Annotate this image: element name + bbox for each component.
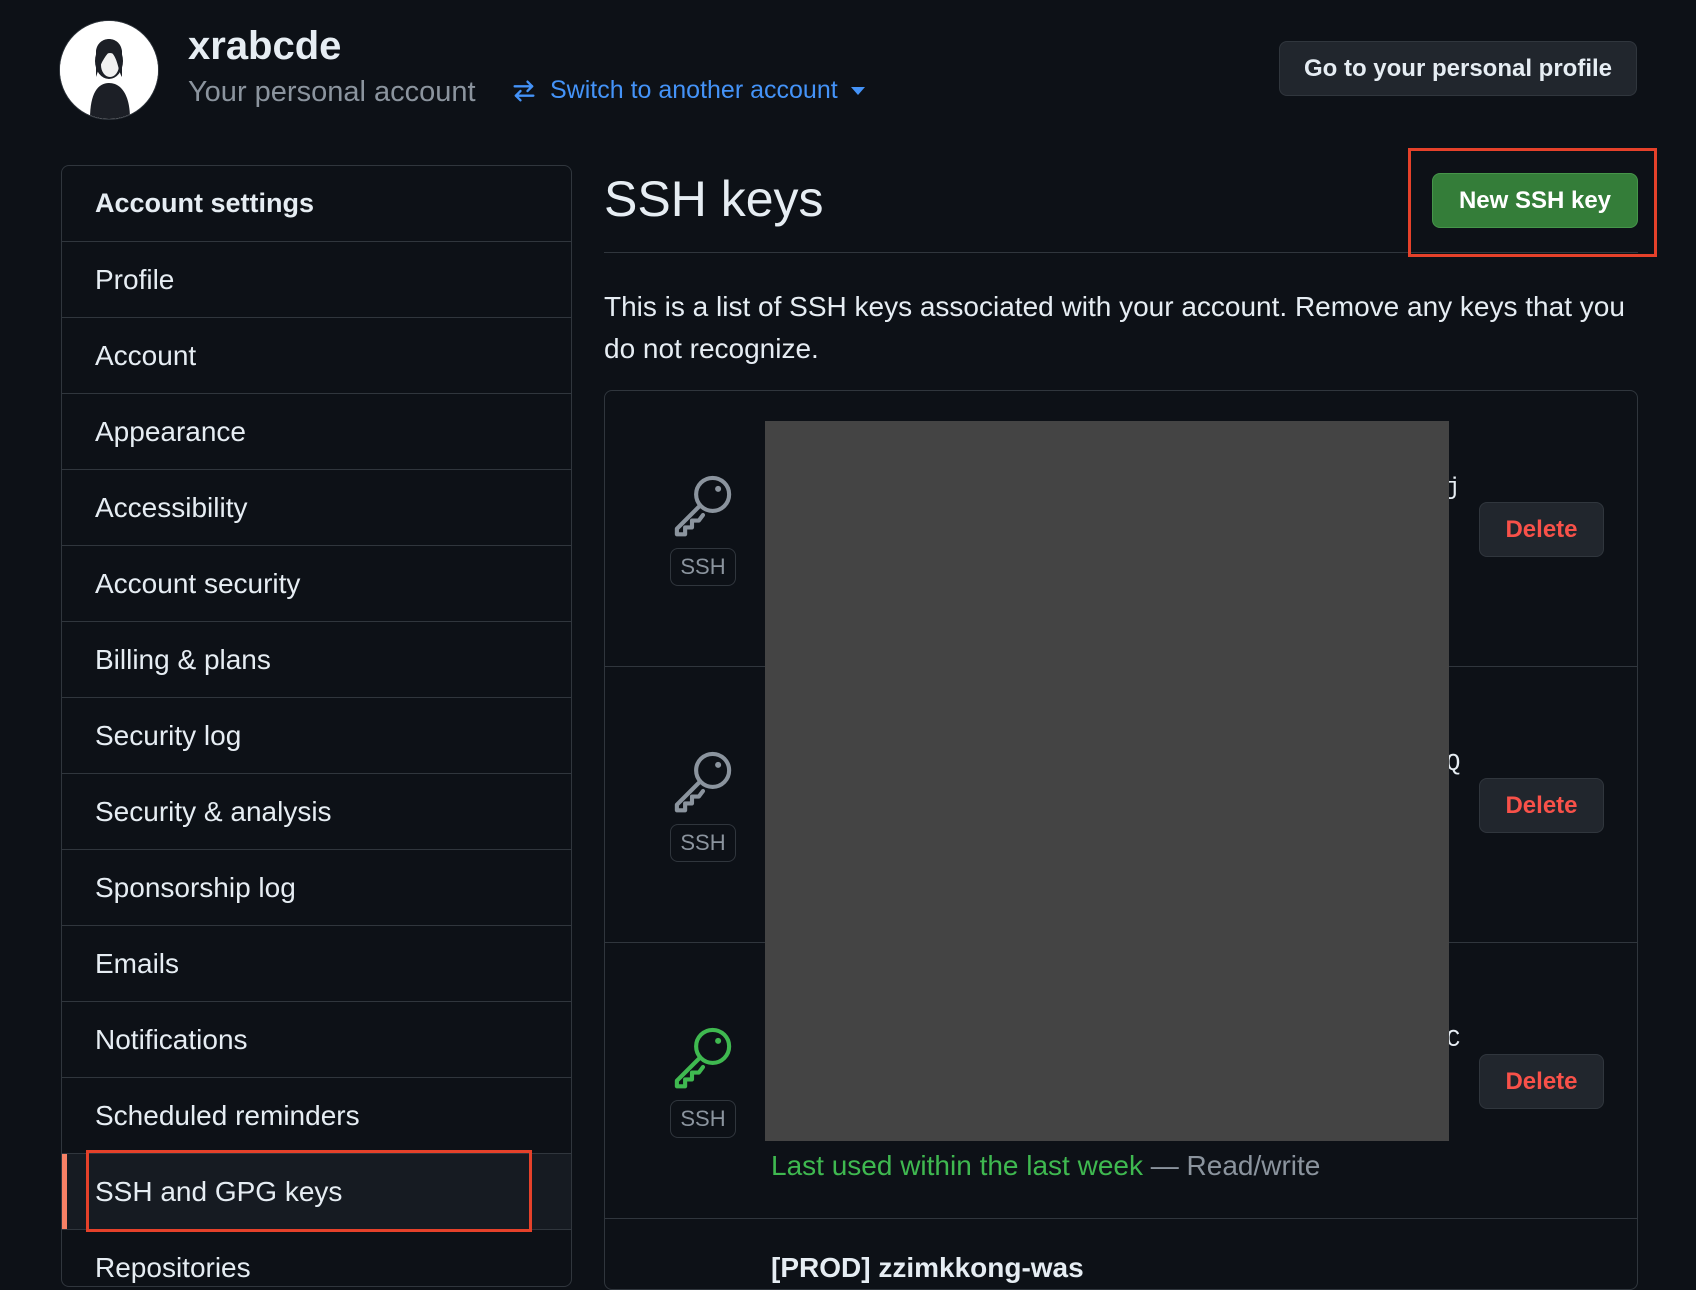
sidebar-item-sponsorship-log[interactable]: Sponsorship log [62,850,571,926]
go-to-profile-button[interactable]: Go to your personal profile [1279,41,1637,96]
key-last-used: Last used within the last week — Read/wr… [771,1150,1320,1182]
switch-account-label: Switch to another account [550,76,838,104]
sidebar-item-repositories[interactable]: Repositories [62,1230,571,1286]
key-title: [PROD] zzimkkong-was [771,1252,1084,1283]
last-used-text: Last used within the last week [771,1150,1143,1181]
key-icon [670,747,736,818]
sidebar-heading: Account settings [62,166,571,242]
sidebar-item-account[interactable]: Account [62,318,571,394]
sidebar-item-accessibility[interactable]: Accessibility [62,470,571,546]
ssh-type-badge: SSH [670,824,736,862]
annotation-highlight-new-key [1408,148,1657,257]
sidebar-item-billing[interactable]: Billing & plans [62,622,571,698]
ssh-type-badge: SSH [670,548,736,586]
delete-key-button[interactable]: Delete [1479,1054,1604,1109]
avatar[interactable] [59,20,159,120]
sidebar-item-security-log[interactable]: Security log [62,698,571,774]
annotation-highlight-sidebar [86,1150,532,1232]
delete-key-button[interactable]: Delete [1479,502,1604,557]
arrow-switch-icon [510,77,538,105]
ssh-keys-description: This is a list of SSH keys associated wi… [604,291,1625,364]
delete-key-button[interactable]: Delete [1479,778,1604,833]
sidebar-item-notifications[interactable]: Notifications [62,1002,571,1078]
sidebar-item-profile[interactable]: Profile [62,242,571,318]
sidebar-item-account-security[interactable]: Account security [62,546,571,622]
key-icon [670,1023,736,1094]
sidebar-item-scheduled-reminders[interactable]: Scheduled reminders [62,1078,571,1154]
access-level-text: — Read/write [1142,1150,1321,1181]
sidebar-item-security-analysis[interactable]: Security & analysis [62,774,571,850]
switch-account-link[interactable]: Switch to another account [510,76,866,105]
caret-down-icon [850,86,866,96]
account-subtitle: Your personal account [188,76,476,108]
settings-sidebar: Account settings Profile Account Appeara… [61,165,572,1287]
sidebar-item-emails[interactable]: Emails [62,926,571,1002]
account-username: xrabcde [188,24,342,68]
ssh-type-badge: SSH [670,1100,736,1138]
key-icon [670,471,736,542]
sidebar-item-appearance[interactable]: Appearance [62,394,571,470]
page-title: SSH keys [604,171,824,227]
redacted-key-details [765,421,1449,1141]
